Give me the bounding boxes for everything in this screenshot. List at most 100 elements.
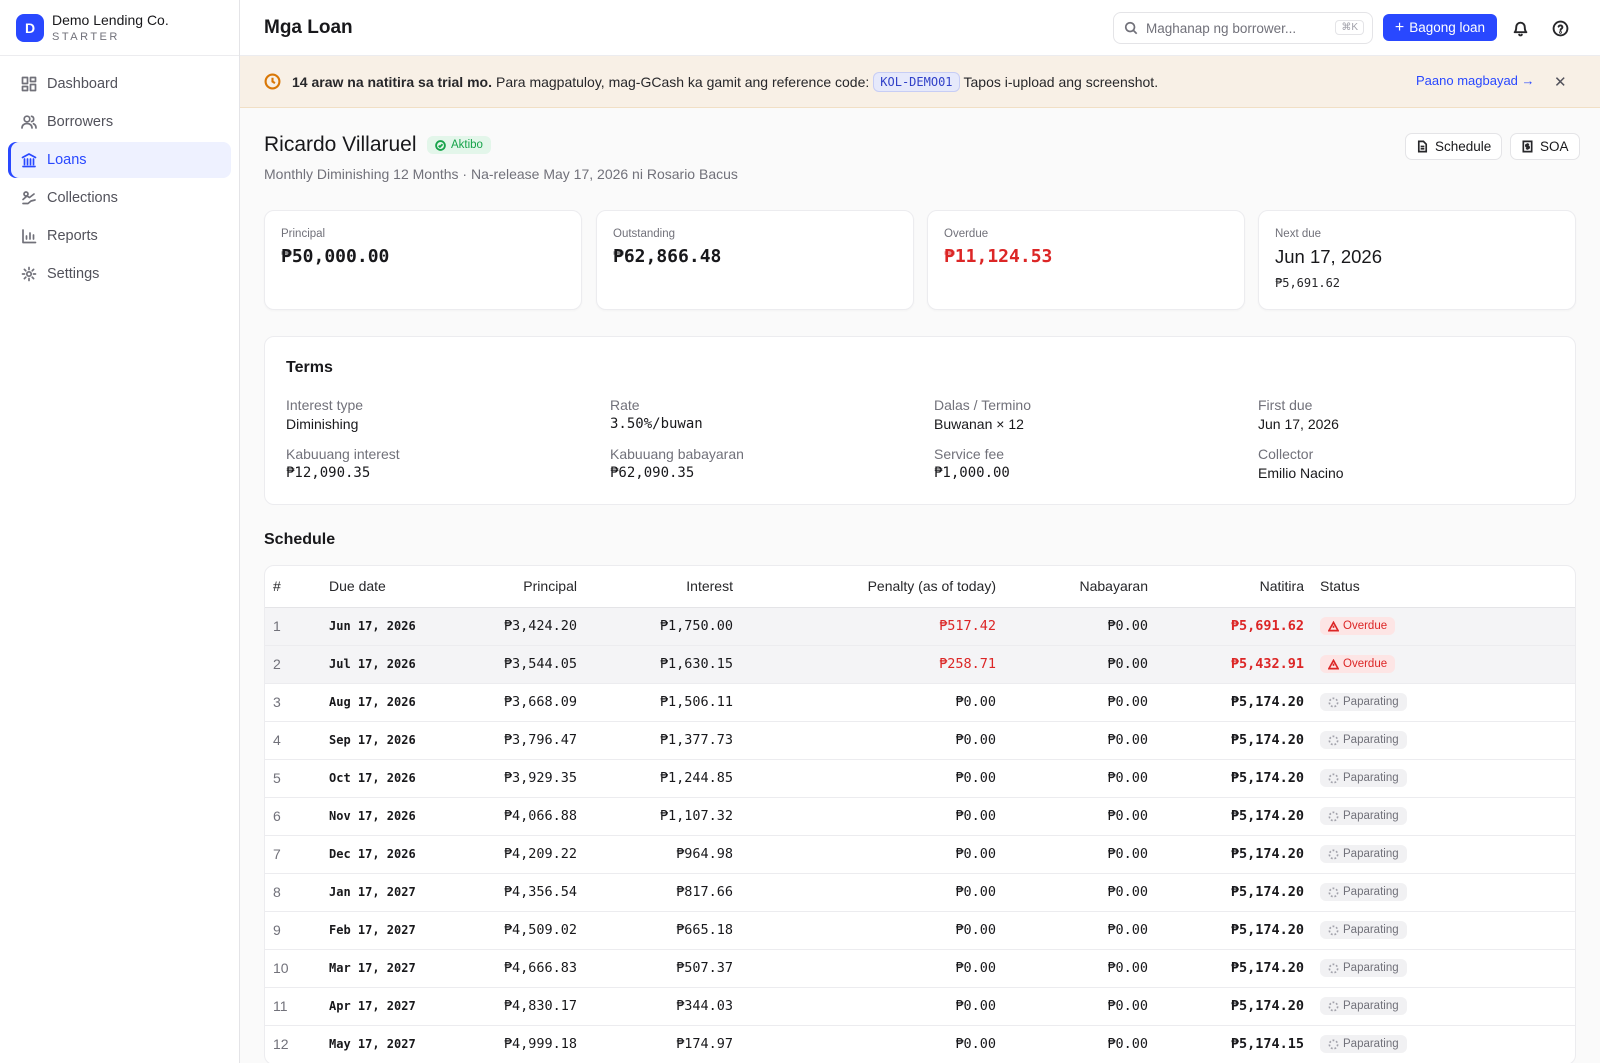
- dashboard-icon: [21, 76, 37, 92]
- status-label: Overdue: [1343, 620, 1388, 632]
- penalty-amount: ₱0.00: [741, 683, 1004, 722]
- sidebar-item-reports[interactable]: Reports: [8, 218, 231, 254]
- stat-card-principal: Principal ₱50,000.00: [264, 210, 582, 310]
- close-banner-button[interactable]: ✕: [1554, 73, 1567, 91]
- column-header: Status: [1312, 566, 1575, 608]
- balance-amount: ₱5,174.20: [1156, 797, 1312, 836]
- installment-number: 2: [265, 645, 321, 684]
- table-row[interactable]: 6 Nov 17, 2026 ₱4,066.88 ₱1,107.32 ₱0.00 ₱0.0…: [265, 797, 1575, 836]
- stat-label: Outstanding: [613, 228, 676, 240]
- interest-amount: ₱1,107.32: [585, 797, 741, 836]
- paid-amount: ₱0.00: [1004, 1025, 1156, 1063]
- search-input[interactable]: [1146, 20, 1326, 36]
- status-label: Paparating: [1343, 848, 1399, 860]
- balance-amount: ₱5,174.20: [1156, 873, 1312, 912]
- brand[interactable]: D Demo Lending Co. STARTER: [0, 0, 239, 56]
- term-value: Emilio Nacino: [1258, 465, 1344, 481]
- penalty-amount: ₱0.00: [741, 835, 1004, 874]
- installment-number: 4: [265, 721, 321, 760]
- sidebar-item-loans[interactable]: Loans: [8, 142, 231, 178]
- loan-subtitle: Monthly Diminishing 12 Months · Na-relea…: [264, 166, 738, 182]
- table-row[interactable]: 8 Jan 17, 2027 ₱4,356.54 ₱817.66 ₱0.00 ₱0.00 ₱…: [265, 873, 1575, 912]
- term-value: Buwanan × 12: [934, 416, 1024, 432]
- balance-amount: ₱5,174.15: [1156, 1025, 1312, 1063]
- table-row[interactable]: 3 Aug 17, 2026 ₱3,668.09 ₱1,506.11 ₱0.00 ₱0.0…: [265, 683, 1575, 722]
- page-title: Mga Loan: [264, 16, 353, 38]
- trial-days-left: 14 araw na natitira sa trial mo.: [292, 73, 492, 90]
- paid-amount: ₱0.00: [1004, 873, 1156, 912]
- column-header: Penalty (as of today): [741, 566, 1004, 608]
- status-badge: Paparating: [1320, 1035, 1407, 1053]
- status-label: Paparating: [1343, 810, 1399, 822]
- terms-card: Terms Interest type Diminishing Rate 3.5…: [264, 336, 1576, 505]
- due-date: Feb 17, 2027: [321, 911, 441, 950]
- interest-amount: ₱174.97: [585, 1025, 741, 1063]
- notifications-button[interactable]: [1510, 18, 1530, 38]
- pending-circle-icon: [1328, 735, 1339, 745]
- status-cell: Paparating: [1312, 721, 1575, 760]
- table-row[interactable]: 11 Apr 17, 2027 ₱4,830.17 ₱344.03 ₱0.00 ₱0.00…: [265, 987, 1575, 1026]
- principal-amount: ₱4,066.88: [441, 797, 585, 836]
- interest-amount: ₱1,506.11: [585, 683, 741, 722]
- balance-amount: ₱5,691.62: [1156, 607, 1312, 646]
- table-row[interactable]: 4 Sep 17, 2026 ₱3,796.47 ₱1,377.73 ₱0.00 ₱0.0…: [265, 721, 1575, 760]
- term-collector: Collector Emilio Nacino: [1258, 446, 1558, 481]
- term-rate: Rate 3.50%/buwan: [610, 397, 934, 432]
- balance-amount: ₱5,174.20: [1156, 949, 1312, 988]
- schedule-table: # Due date Principal Interest Penalty (a…: [265, 566, 1575, 1063]
- loan-header: Ricardo Villaruel Aktibo Monthly Diminis…: [264, 133, 738, 182]
- warning-icon: [1328, 658, 1339, 669]
- column-header: Principal: [441, 566, 585, 608]
- installment-number: 1: [265, 607, 321, 646]
- soa-button[interactable]: SOA: [1510, 133, 1580, 160]
- due-date: Sep 17, 2026: [321, 721, 441, 760]
- bell-icon: [1513, 21, 1527, 36]
- clock-icon: [264, 73, 281, 90]
- search-box[interactable]: ⌘K: [1113, 12, 1373, 44]
- status-label: Paparating: [1343, 734, 1399, 746]
- paid-amount: ₱0.00: [1004, 911, 1156, 950]
- schedule-table-container: # Due date Principal Interest Penalty (a…: [264, 565, 1576, 1063]
- term-label: Rate: [610, 397, 640, 413]
- sidebar-item-dashboard[interactable]: Dashboard: [8, 66, 231, 102]
- status-cell: Paparating: [1312, 873, 1575, 912]
- schedule-button[interactable]: Schedule: [1405, 133, 1503, 160]
- schedule-title: Schedule: [264, 531, 336, 548]
- paid-amount: ₱0.00: [1004, 835, 1156, 874]
- pending-circle-icon: [1328, 849, 1339, 859]
- installment-number: 7: [265, 835, 321, 874]
- table-row[interactable]: 12 May 17, 2027 ₱4,999.18 ₱174.97 ₱0.00 ₱0.00…: [265, 1025, 1575, 1063]
- reference-code: KOL-DEMO01: [873, 71, 960, 92]
- table-row[interactable]: 5 Oct 17, 2026 ₱3,929.35 ₱1,244.85 ₱0.00 ₱0.0…: [265, 759, 1575, 798]
- gear-icon: [21, 266, 37, 282]
- principal-amount: ₱3,424.20: [441, 607, 585, 646]
- table-row[interactable]: 9 Feb 17, 2027 ₱4,509.02 ₱665.18 ₱0.00 ₱0.00 ₱…: [265, 911, 1575, 950]
- paid-amount: ₱0.00: [1004, 949, 1156, 988]
- status-label: Paparating: [1343, 696, 1399, 708]
- help-icon: [1552, 20, 1568, 36]
- principal-amount: ₱3,668.09: [441, 683, 585, 722]
- check-circle-icon: [435, 139, 446, 151]
- table-row[interactable]: 10 Mar 17, 2027 ₱4,666.83 ₱507.37 ₱0.00 ₱0.00…: [265, 949, 1575, 988]
- next-due-amount: ₱5,691.62: [1275, 276, 1341, 290]
- sidebar-item-settings[interactable]: Settings: [8, 256, 231, 292]
- due-date: May 17, 2027: [321, 1025, 441, 1063]
- principal-amount: ₱3,929.35: [441, 759, 585, 798]
- sidebar-item-collections[interactable]: Collections: [8, 180, 231, 216]
- new-loan-button[interactable]: + Bagong loan: [1383, 14, 1497, 41]
- table-row[interactable]: 7 Dec 17, 2026 ₱4,209.22 ₱964.98 ₱0.00 ₱0.00 ₱…: [265, 835, 1575, 874]
- status-cell: Paparating: [1312, 835, 1575, 874]
- sidebar-item-label: Borrowers: [47, 114, 114, 130]
- table-row[interactable]: 2 Jul 17, 2026 ₱3,544.05 ₱1,630.15 ₱258.71 ₱0…: [265, 645, 1575, 684]
- sidebar-item-borrowers[interactable]: Borrowers: [8, 104, 231, 140]
- term-first-due: First due Jun 17, 2026: [1258, 397, 1558, 432]
- column-header: #: [265, 566, 321, 608]
- status-cell: Paparating: [1312, 1025, 1575, 1063]
- help-button[interactable]: [1550, 18, 1570, 38]
- balance-amount: ₱5,174.20: [1156, 835, 1312, 874]
- principal-amount: ₱4,666.83: [441, 949, 585, 988]
- schedule-table-body: 1 Jun 17, 2026 ₱3,424.20 ₱1,750.00 ₱517.42 ₱0…: [265, 607, 1575, 1063]
- how-to-pay-link[interactable]: Paano magbayad →: [1416, 73, 1535, 88]
- balance-amount: ₱5,174.20: [1156, 911, 1312, 950]
- table-row[interactable]: 1 Jun 17, 2026 ₱3,424.20 ₱1,750.00 ₱517.42 ₱0…: [265, 607, 1575, 646]
